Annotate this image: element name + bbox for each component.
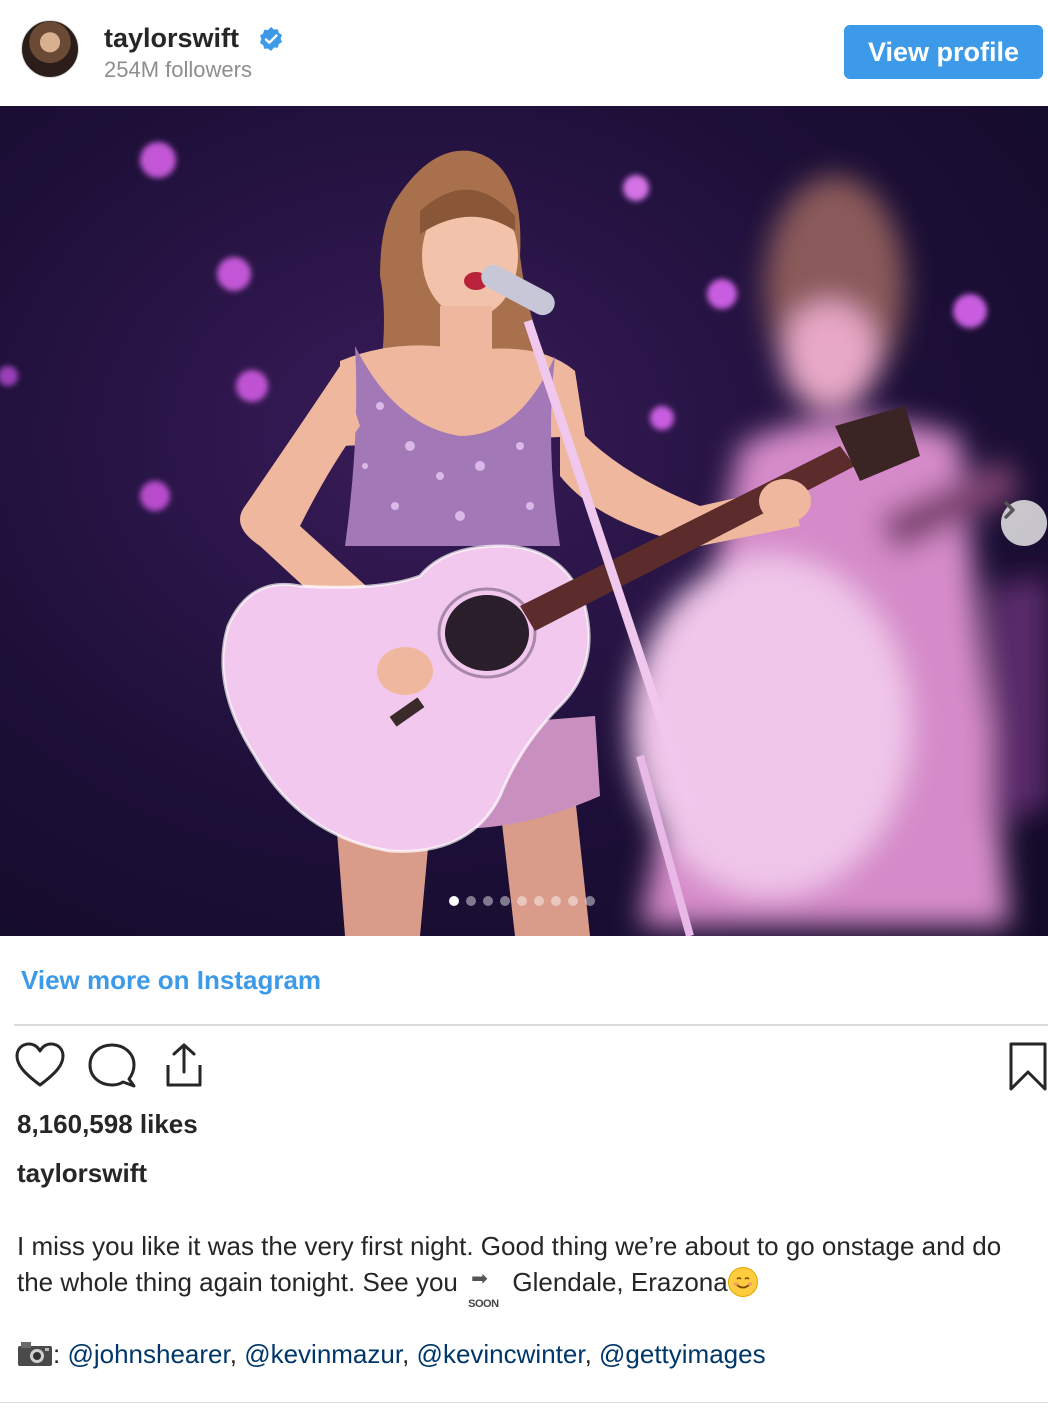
bookmark-icon[interactable] [1008, 1041, 1048, 1093]
carousel-dot [534, 896, 544, 906]
soon-arrow-emoji: ➡ SOON [467, 1268, 503, 1310]
carousel-dot [568, 896, 578, 906]
caption-text: I miss you like it was the very first ni… [17, 1228, 1037, 1310]
chevron-right-icon [1004, 501, 1015, 519]
avatar[interactable] [21, 20, 79, 78]
credits-prefix: : [53, 1339, 68, 1369]
separator: , [402, 1339, 417, 1369]
action-bar [14, 1041, 1048, 1093]
carousel-dot [483, 896, 493, 906]
smiling-face-emoji-icon [727, 1267, 758, 1297]
carousel-dots [449, 896, 595, 906]
follower-count: 254M followers [104, 57, 252, 82]
carousel-dot [500, 896, 510, 906]
view-more-link[interactable]: View more on Instagram [21, 965, 321, 996]
caption-text-part-2: Glendale, Erazona [512, 1267, 728, 1297]
heart-icon[interactable] [14, 1041, 66, 1091]
like-count[interactable]: 8,160,598 likes [17, 1109, 198, 1140]
caption-username[interactable]: taylorswift [17, 1158, 147, 1189]
post-header: taylorswift 254M followers View profile [0, 0, 1048, 106]
separator: , [229, 1339, 245, 1369]
carousel-next-button[interactable] [1001, 500, 1047, 546]
concert-photo [0, 142, 1048, 936]
mention-link[interactable]: @johnshearer [67, 1339, 229, 1369]
comment-icon[interactable] [86, 1041, 138, 1091]
mention-link[interactable]: @kevincwinter [417, 1339, 585, 1369]
mention-link[interactable]: @kevinmazur [244, 1339, 402, 1369]
photo-credits: : @johnshearer, @kevinmazur, @kevincwint… [17, 1336, 1037, 1372]
bottom-divider [0, 1402, 1048, 1413]
verified-badge-icon [260, 27, 282, 51]
username[interactable]: taylorswift [104, 23, 239, 54]
caption-text-part-1: I miss you like it was the very first ni… [17, 1231, 1002, 1297]
separator: , [584, 1339, 600, 1369]
mention-link[interactable]: @gettyimages [599, 1339, 766, 1369]
divider [14, 1024, 1048, 1026]
share-icon[interactable] [158, 1041, 210, 1091]
camera-emoji-icon [18, 1342, 52, 1366]
carousel-dot [466, 896, 476, 906]
carousel-dot [585, 896, 595, 906]
soon-label: SOON [468, 1298, 499, 1310]
carousel-dot [551, 896, 561, 906]
post-image[interactable] [0, 106, 1048, 936]
view-profile-button[interactable]: View profile [844, 25, 1043, 79]
carousel-dot [449, 896, 459, 906]
carousel-dot [517, 896, 527, 906]
